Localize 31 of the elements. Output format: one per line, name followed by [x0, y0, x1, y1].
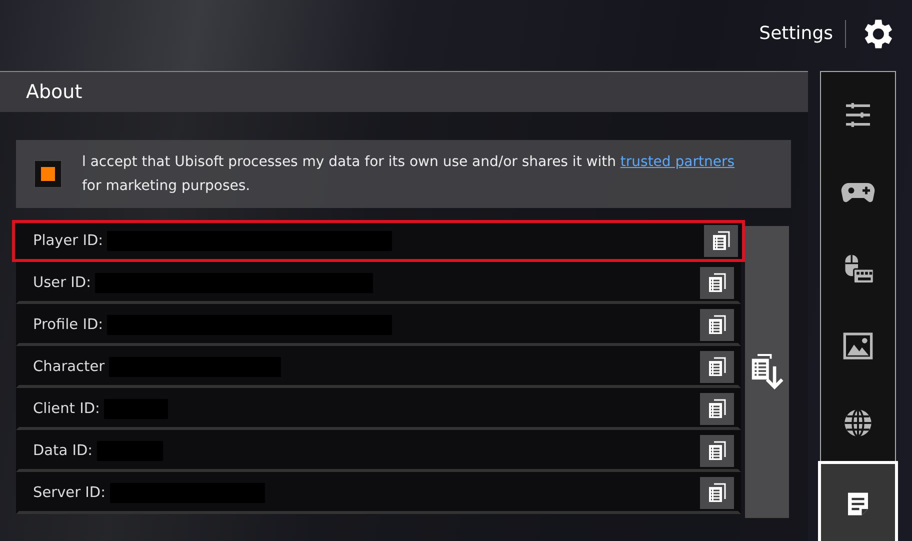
id-row[interactable]: Profile ID: — [16, 304, 741, 346]
id-row[interactable]: Server ID: — [16, 472, 741, 514]
sidebar-tab[interactable] — [818, 461, 898, 541]
id-row[interactable]: Client ID: — [16, 388, 741, 430]
section-title: About — [26, 81, 82, 103]
consent-checkbox[interactable] — [34, 160, 62, 188]
copy-button[interactable] — [700, 351, 734, 383]
id-label: Client ID: — [33, 401, 100, 417]
id-row[interactable]: Data ID: — [16, 430, 741, 472]
copy-button[interactable] — [704, 225, 738, 257]
copy-download-icon — [750, 353, 784, 391]
id-label: Character — [33, 359, 105, 375]
id-label: Player ID: — [33, 233, 104, 249]
consent-text: l accept that Ubisoft processes my data for its own use and/or shares it with trusted partners for marketing purposes. — [82, 153, 735, 196]
copy-button[interactable] — [700, 309, 734, 341]
copy-button[interactable] — [700, 477, 734, 509]
id-label: Server ID: — [33, 485, 106, 501]
globe-icon — [842, 406, 874, 438]
id-label: User ID: — [33, 275, 91, 291]
copy-button[interactable] — [700, 435, 734, 467]
id-row[interactable]: Player ID: — [12, 220, 745, 262]
copy-button[interactable] — [700, 393, 734, 425]
id-label: Profile ID: — [33, 317, 104, 333]
id-label: Data ID: — [33, 443, 93, 459]
image-icon — [842, 330, 874, 362]
id-row[interactable]: User ID: — [16, 262, 741, 304]
copy-all-button[interactable] — [745, 226, 789, 518]
settings-title: Settings — [759, 23, 833, 44]
id-row[interactable]: Character — [16, 346, 741, 388]
copy-button[interactable] — [700, 267, 734, 299]
trusted-partners-link[interactable]: trusted partners — [620, 154, 735, 170]
